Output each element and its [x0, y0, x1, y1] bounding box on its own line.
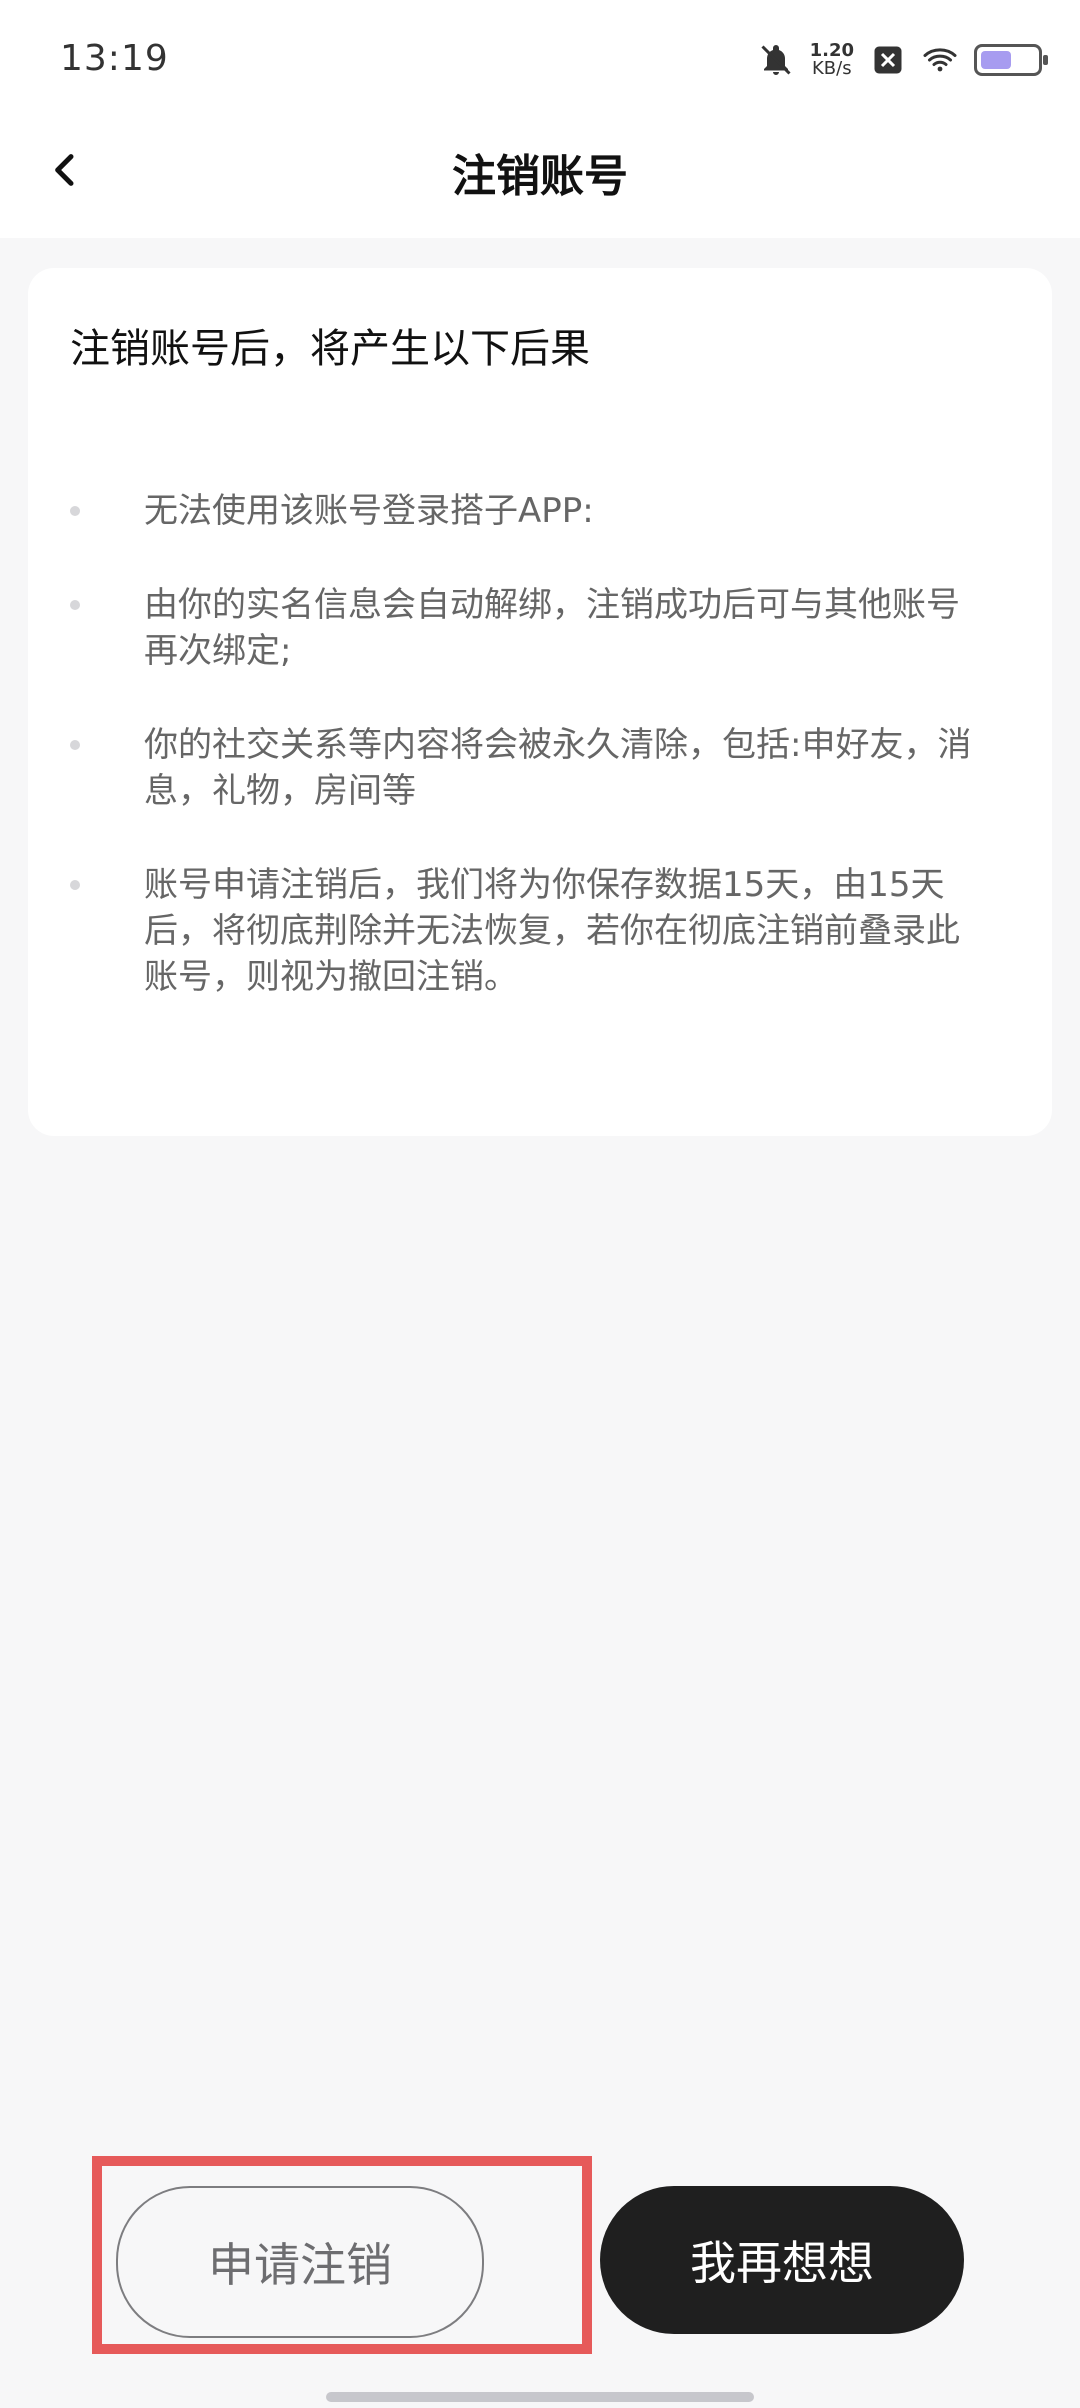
bullet-dot-icon [70, 600, 80, 610]
list-item-text: 由你的实名信息会自动解绑，注销成功后可与其他账号再次绑定; [144, 585, 960, 671]
list-item-text: 账号申请注销后，我们将为你保存数据15天，由15天后，将彻底荆除并无法恢复，若你… [144, 865, 960, 997]
top-bar: 13:19 1.20 KB/s 注销账号 [0, 0, 1080, 238]
battery-fill [981, 51, 1011, 69]
home-indicator [326, 2392, 754, 2402]
apply-cancel-button[interactable]: 申请注销 [116, 2186, 484, 2338]
list-item: 账号申请注销后，我们将为你保存数据15天，由15天后，将彻底荆除并无法恢复，若你… [70, 862, 992, 1000]
list-item: 无法使用该账号登录搭子APP: [70, 488, 992, 534]
rethink-button[interactable]: 我再想想 [600, 2186, 964, 2334]
bullet-dot-icon [70, 880, 80, 890]
consequences-card: 注销账号后，将产生以下后果 无法使用该账号登录搭子APP: 由你的实名信息会自动… [28, 268, 1052, 1136]
list-item: 你的社交关系等内容将会被永久清除，包括:申好友，消息，礼物，房间等 [70, 722, 992, 814]
card-title: 注销账号后，将产生以下后果 [70, 326, 590, 372]
list-item-text: 无法使用该账号登录搭子APP: [144, 491, 594, 531]
page-title: 注销账号 [452, 151, 628, 202]
battery-icon [974, 44, 1048, 76]
bullet-dot-icon [70, 506, 80, 516]
wifi-icon [922, 42, 958, 78]
list-item: 由你的实名信息会自动解绑，注销成功后可与其他账号再次绑定; [70, 582, 992, 674]
status-time: 13:19 [60, 38, 169, 79]
close-box-icon [870, 42, 906, 78]
list-item-text: 你的社交关系等内容将会被永久清除，包括:申好友，消息，礼物，房间等 [144, 725, 972, 811]
consequence-list: 无法使用该账号登录搭子APP: 由你的实名信息会自动解绑，注销成功后可与其他账号… [70, 488, 992, 1048]
bell-off-icon [758, 42, 794, 78]
status-icons: 1.20 KB/s [758, 38, 1048, 82]
net-speed-unit: KB/s [811, 58, 852, 79]
network-speed: 1.20 KB/s [810, 42, 854, 78]
bullet-dot-icon [70, 740, 80, 750]
